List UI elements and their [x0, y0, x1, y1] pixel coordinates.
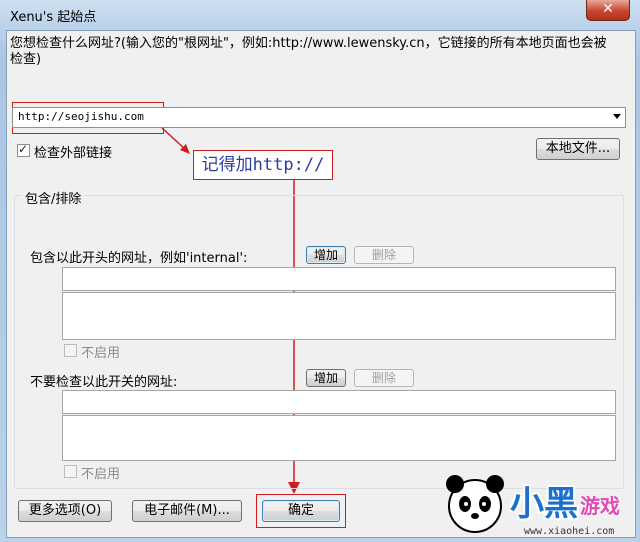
- include-remove-button[interactable]: 删除: [354, 246, 414, 264]
- ok-button[interactable]: 确定: [262, 500, 340, 522]
- exclude-prefix-input[interactable]: [62, 390, 616, 414]
- more-options-button[interactable]: 更多选项(O): [18, 500, 112, 522]
- panda-icon: [446, 475, 504, 533]
- arrow-to-note: [161, 127, 187, 151]
- watermark-logo: 小黑 游戏 www.xiaohei.com: [440, 468, 640, 542]
- include-disable-label: 不启用: [81, 346, 121, 361]
- exclude-prefix-list[interactable]: [62, 415, 616, 461]
- watermark-site: www.xiaohei.com: [524, 526, 615, 537]
- exclude-remove-button[interactable]: 删除: [354, 369, 414, 387]
- exclude-disable-checkbox[interactable]: [64, 465, 77, 478]
- annotation-note: 记得加http://: [193, 150, 333, 180]
- include-exclude-title: 包含/排除: [22, 188, 85, 207]
- watermark-brand-suffix: 游戏: [580, 494, 620, 518]
- exclude-label: 不要检查以此开关的网址:: [30, 375, 178, 390]
- include-disable-checkbox[interactable]: [64, 344, 77, 357]
- email-button[interactable]: 电子邮件(M)...: [132, 500, 242, 522]
- include-add-button[interactable]: 增加: [306, 246, 346, 264]
- include-prefix-input[interactable]: [62, 267, 616, 291]
- exclude-disable-label: 不启用: [81, 467, 121, 482]
- watermark-brand: 小黑: [510, 484, 578, 524]
- exclude-add-button[interactable]: 增加: [306, 369, 346, 387]
- include-prefix-list[interactable]: [62, 292, 616, 340]
- include-label: 包含以此开头的网址，例如'internal':: [30, 251, 248, 266]
